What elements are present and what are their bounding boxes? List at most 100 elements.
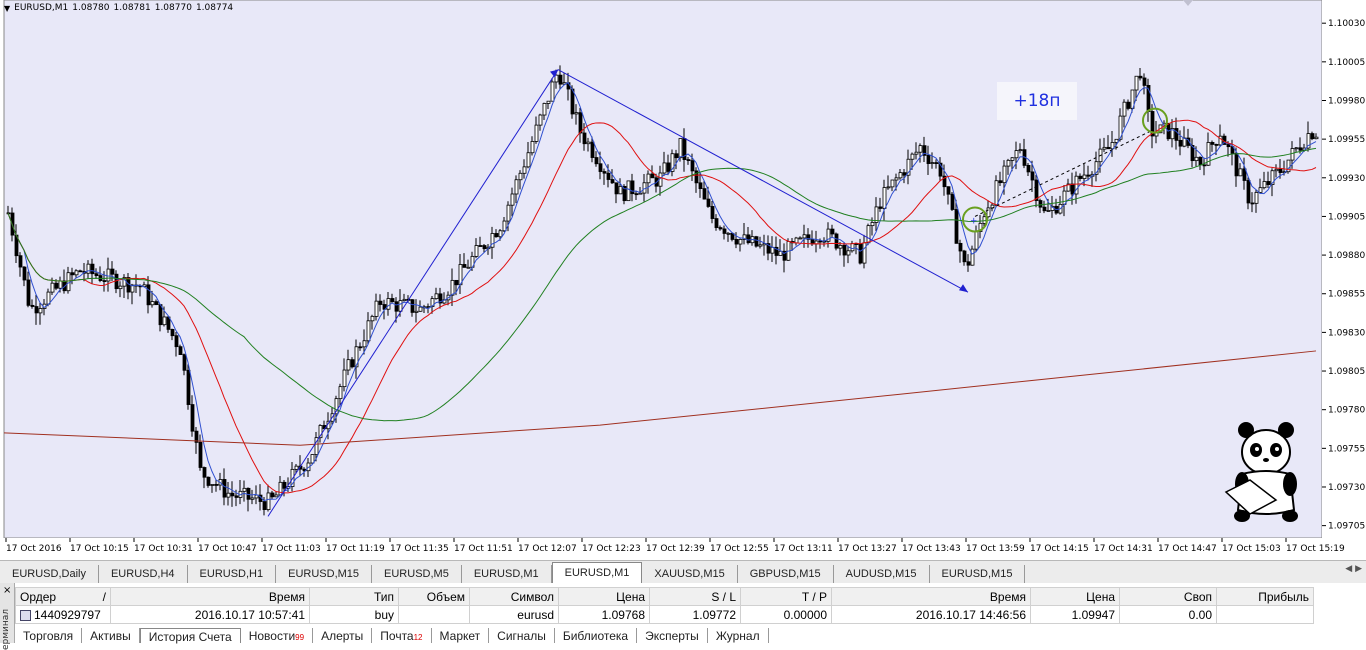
chart-tab[interactable]: EURUSD,M1 bbox=[551, 562, 643, 583]
header-tp[interactable]: T / P bbox=[740, 587, 832, 606]
terminal-tab[interactable]: Торговля bbox=[15, 628, 83, 643]
chart-info-bar: ▼ EURUSD,M1 1.08780 1.08781 1.08770 1.08… bbox=[4, 3, 233, 13]
chart-tab[interactable]: AUDUSD,M15 bbox=[834, 565, 930, 583]
candle-body bbox=[54, 282, 59, 289]
candle-body bbox=[718, 227, 723, 230]
chart-tab[interactable]: EURUSD,M15 bbox=[276, 565, 373, 583]
candle-body bbox=[606, 172, 611, 180]
terminal-tab[interactable]: Библиотека bbox=[555, 628, 638, 643]
price-label: 1.09780 bbox=[1328, 406, 1365, 416]
candle-body bbox=[966, 261, 971, 266]
candle-body bbox=[506, 204, 511, 222]
time-label: 17 Oct 13:43 bbox=[902, 544, 961, 554]
candle-body bbox=[70, 272, 75, 276]
candle-body bbox=[474, 245, 479, 257]
header-symbol[interactable]: Символ bbox=[469, 587, 559, 606]
candle-body bbox=[434, 293, 439, 300]
cell-time: 2016.10.17 10:57:41 bbox=[110, 605, 310, 624]
header-price[interactable]: Цена bbox=[558, 587, 650, 606]
cell-symbol: eurusd bbox=[469, 605, 559, 624]
terminal-tab[interactable]: История Счета bbox=[139, 628, 241, 644]
price-label: 1.09905 bbox=[1328, 212, 1365, 222]
terminal-tab[interactable]: Маркет bbox=[432, 628, 490, 643]
history-table: Ордер / Время Тип Объем Символ Цена S / … bbox=[15, 587, 1314, 624]
chart-tab[interactable]: GBPUSD,M15 bbox=[738, 565, 834, 583]
candle-body bbox=[1174, 128, 1179, 141]
terminal-tab[interactable]: Журнал bbox=[708, 628, 769, 643]
candle-body bbox=[294, 465, 299, 470]
candle-body bbox=[74, 270, 79, 276]
candle-body bbox=[794, 237, 799, 244]
header-order[interactable]: Ордер / bbox=[15, 587, 111, 606]
candle-body bbox=[234, 495, 239, 498]
header-volume[interactable]: Объем bbox=[398, 587, 470, 606]
candle-body bbox=[678, 138, 683, 159]
candle-body bbox=[1142, 77, 1147, 86]
terminal-tab[interactable]: Эксперты bbox=[637, 628, 708, 643]
cell-close-time: 2016.10.17 14:46:56 bbox=[831, 605, 1031, 624]
header-close-price[interactable]: Цена bbox=[1030, 587, 1120, 606]
candle-body bbox=[994, 180, 999, 206]
chart-tab[interactable]: EURUSD,M1 bbox=[462, 565, 552, 583]
candle-body bbox=[970, 248, 975, 266]
candle-body bbox=[178, 346, 183, 355]
time-label: 17 Oct 12:23 bbox=[582, 544, 641, 554]
chart-tab[interactable]: EURUSD,H1 bbox=[188, 565, 277, 583]
candle-body bbox=[414, 310, 419, 313]
candle-body bbox=[858, 243, 863, 264]
table-row[interactable]: 1440929797 2016.10.17 10:57:41 buy eurus… bbox=[15, 605, 1314, 624]
header-close-time[interactable]: Время bbox=[831, 587, 1031, 606]
candle-body bbox=[1310, 133, 1315, 140]
terminal-tab[interactable]: Алерты bbox=[313, 628, 373, 643]
candle-body bbox=[106, 268, 111, 282]
candle-body bbox=[22, 266, 27, 281]
chart-tab[interactable]: EURUSD,M15 bbox=[930, 565, 1026, 583]
chart-symbol-header: EURUSD,M1 bbox=[14, 3, 69, 13]
price-label: 1.09830 bbox=[1328, 328, 1365, 338]
close-icon[interactable]: × bbox=[3, 585, 11, 596]
candle-body bbox=[454, 279, 459, 286]
time-label: 17 Oct 11:35 bbox=[390, 544, 449, 554]
chart-tab[interactable]: EURUSD,H4 bbox=[99, 565, 188, 583]
terminal-tab[interactable]: Почта12 bbox=[372, 628, 432, 643]
terminal-tab[interactable]: Активы bbox=[82, 628, 140, 643]
header-time[interactable]: Время bbox=[110, 587, 310, 606]
candle-body bbox=[174, 335, 179, 348]
price-chart[interactable]: 1.10030 1.10005 1.09980 1.09955 1.09930 1.099… bbox=[0, 0, 1366, 560]
candle-body bbox=[1314, 136, 1319, 140]
candle-body bbox=[390, 298, 395, 303]
candle-body bbox=[514, 179, 519, 195]
terminal-tab[interactable]: Сигналы bbox=[489, 628, 555, 643]
header-swap[interactable]: Своп bbox=[1119, 587, 1217, 606]
terminal-tab[interactable]: Новости99 bbox=[241, 628, 314, 643]
candle-body bbox=[810, 238, 815, 245]
candle-body bbox=[986, 207, 991, 218]
price-label: 1.09755 bbox=[1328, 444, 1365, 454]
candle-body bbox=[1038, 200, 1043, 208]
candle-body bbox=[346, 359, 351, 371]
chart-tab[interactable]: EURUSD,Daily bbox=[0, 565, 99, 583]
cell-profit bbox=[1216, 605, 1314, 624]
candle-body bbox=[758, 244, 763, 247]
candle-body bbox=[366, 320, 371, 342]
chart-area[interactable]: 1.10030 1.10005 1.09980 1.09955 1.09930 1.099… bbox=[0, 0, 1366, 560]
tab-scroll-arrows-icon[interactable]: ◀ ▶ bbox=[1345, 564, 1362, 574]
candle-body bbox=[542, 103, 547, 116]
chart-tab[interactable]: XAUUSD,M15 bbox=[642, 565, 738, 583]
header-sl[interactable]: S / L bbox=[649, 587, 741, 606]
candle-body bbox=[50, 282, 55, 293]
header-type[interactable]: Тип bbox=[309, 587, 399, 606]
chart-tab[interactable]: EURUSD,M5 bbox=[372, 565, 462, 583]
header-profit[interactable]: Прибыль bbox=[1216, 587, 1314, 606]
candle-body bbox=[210, 484, 215, 486]
candle-body bbox=[738, 239, 743, 245]
candle-body bbox=[1122, 101, 1127, 117]
candle-body bbox=[358, 346, 363, 349]
candle-body bbox=[1014, 150, 1019, 159]
dropdown-triangle-icon[interactable]: ▼ bbox=[4, 4, 10, 13]
candle-body bbox=[662, 162, 667, 174]
candle-body bbox=[818, 240, 823, 243]
candle-body bbox=[702, 188, 707, 200]
candle-body bbox=[850, 243, 855, 252]
candle-body bbox=[626, 180, 631, 202]
